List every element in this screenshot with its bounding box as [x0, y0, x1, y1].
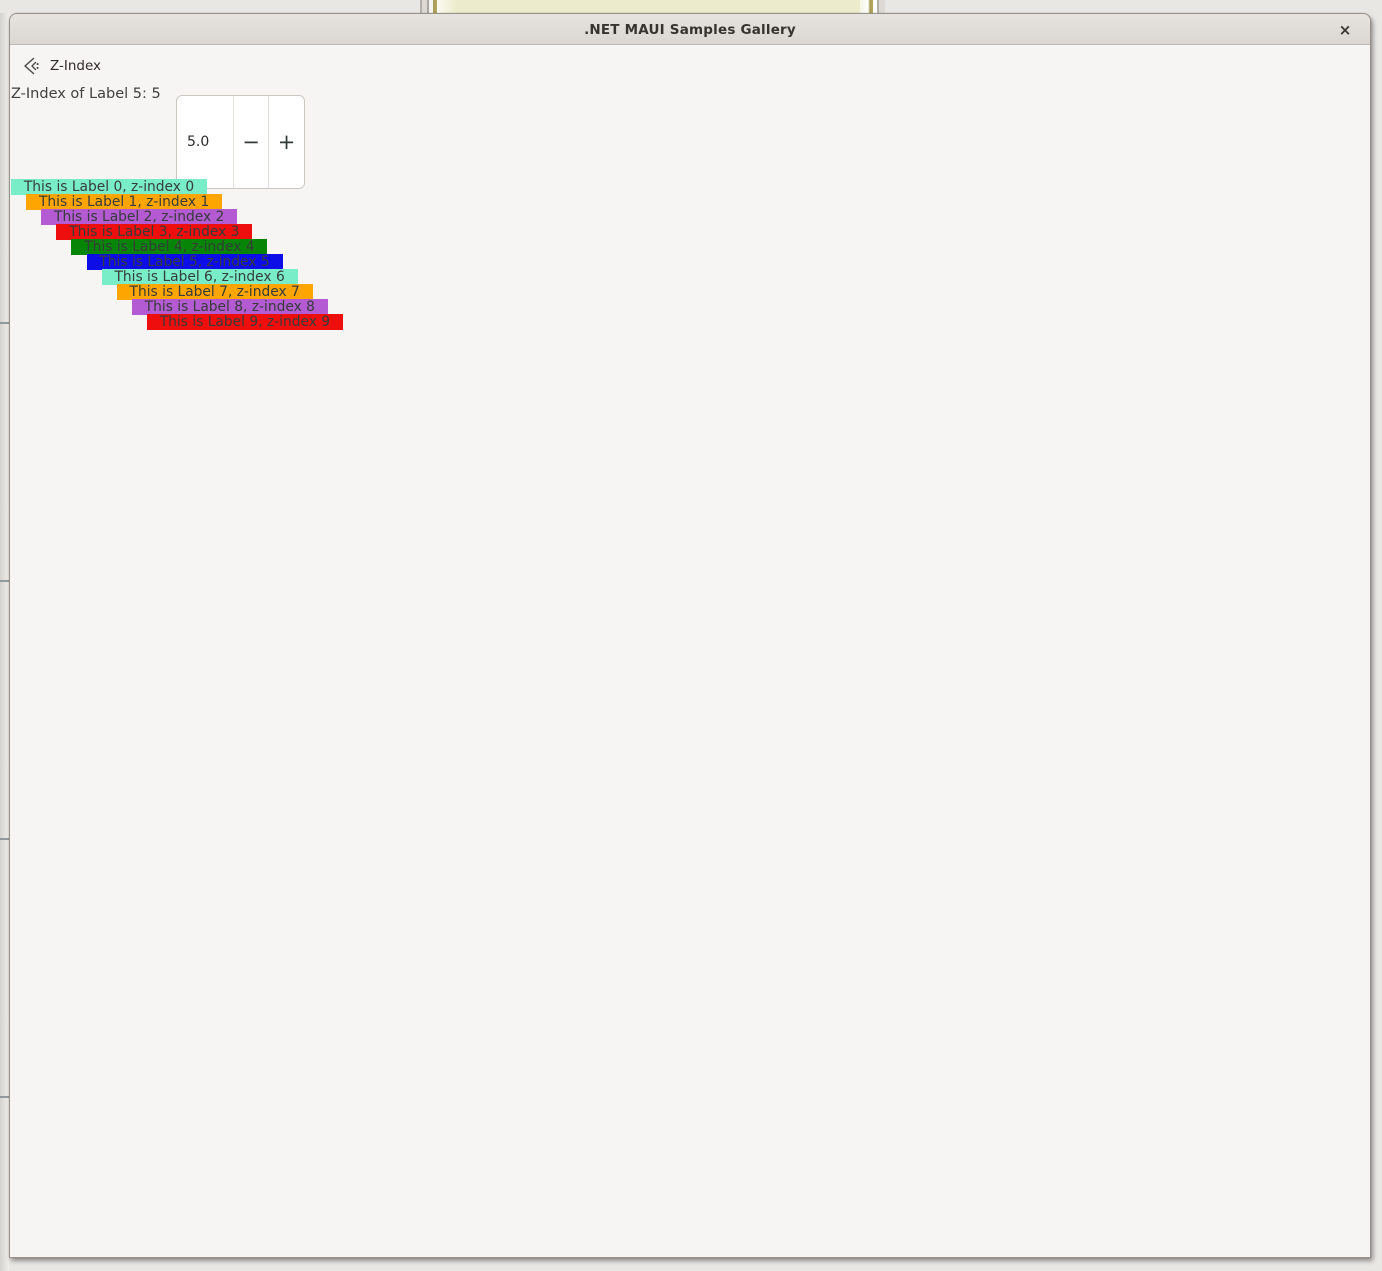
background-separator-line	[0, 580, 9, 582]
zindex-demo-label: This is Label 5, z-index 5	[86, 254, 283, 270]
app-window: .NET MAUI Samples Gallery × Z-Index Z-In…	[9, 13, 1371, 1258]
window-title: .NET MAUI Samples Gallery	[584, 21, 796, 38]
zindex-heading: Z-Index of Label 5: 5	[11, 86, 161, 102]
stepper-value-field[interactable]: 5.0	[177, 96, 234, 188]
background-separator-line	[0, 1096, 9, 1098]
stepper-increment-button[interactable]: +	[269, 96, 304, 188]
zindex-demo-label: This is Label 9, z-index 9	[146, 314, 343, 330]
background-separator-line	[0, 322, 9, 324]
background-window-left-sliver	[0, 13, 9, 1271]
titlebar[interactable]: .NET MAUI Samples Gallery ×	[10, 14, 1370, 45]
zindex-demo-label: This is Label 1, z-index 1	[26, 194, 223, 210]
background-separator-line	[0, 838, 9, 840]
zindex-demo-label: This is Label 4, z-index 4	[71, 239, 268, 255]
zindex-demo-label: This is Label 0, z-index 0	[11, 179, 207, 195]
back-arrow-icon[interactable]	[21, 56, 41, 76]
stepper-decrement-button[interactable]: −	[234, 96, 269, 188]
zindex-demo-label: This is Label 7, z-index 7	[116, 284, 313, 300]
zindex-stepper: 5.0 − +	[176, 95, 305, 189]
close-button[interactable]: ×	[1330, 16, 1360, 43]
page-content: Z-Index Z-Index of Label 5: 5 5.0 − + Th…	[10, 46, 1370, 1257]
zindex-demo-label: This is Label 6, z-index 6	[101, 269, 298, 285]
zindex-labels-stack: This is Label 0, z-index 0 This is Label …	[11, 179, 611, 479]
back-nav[interactable]: Z-Index	[21, 56, 101, 76]
zindex-demo-label: This is Label 2, z-index 2	[41, 209, 238, 225]
zindex-demo-label: This is Label 8, z-index 8	[131, 299, 328, 315]
zindex-demo-label: This is Label 3, z-index 3	[56, 224, 253, 240]
background-window-top-sliver	[0, 0, 1382, 13]
back-nav-label[interactable]: Z-Index	[50, 58, 101, 74]
